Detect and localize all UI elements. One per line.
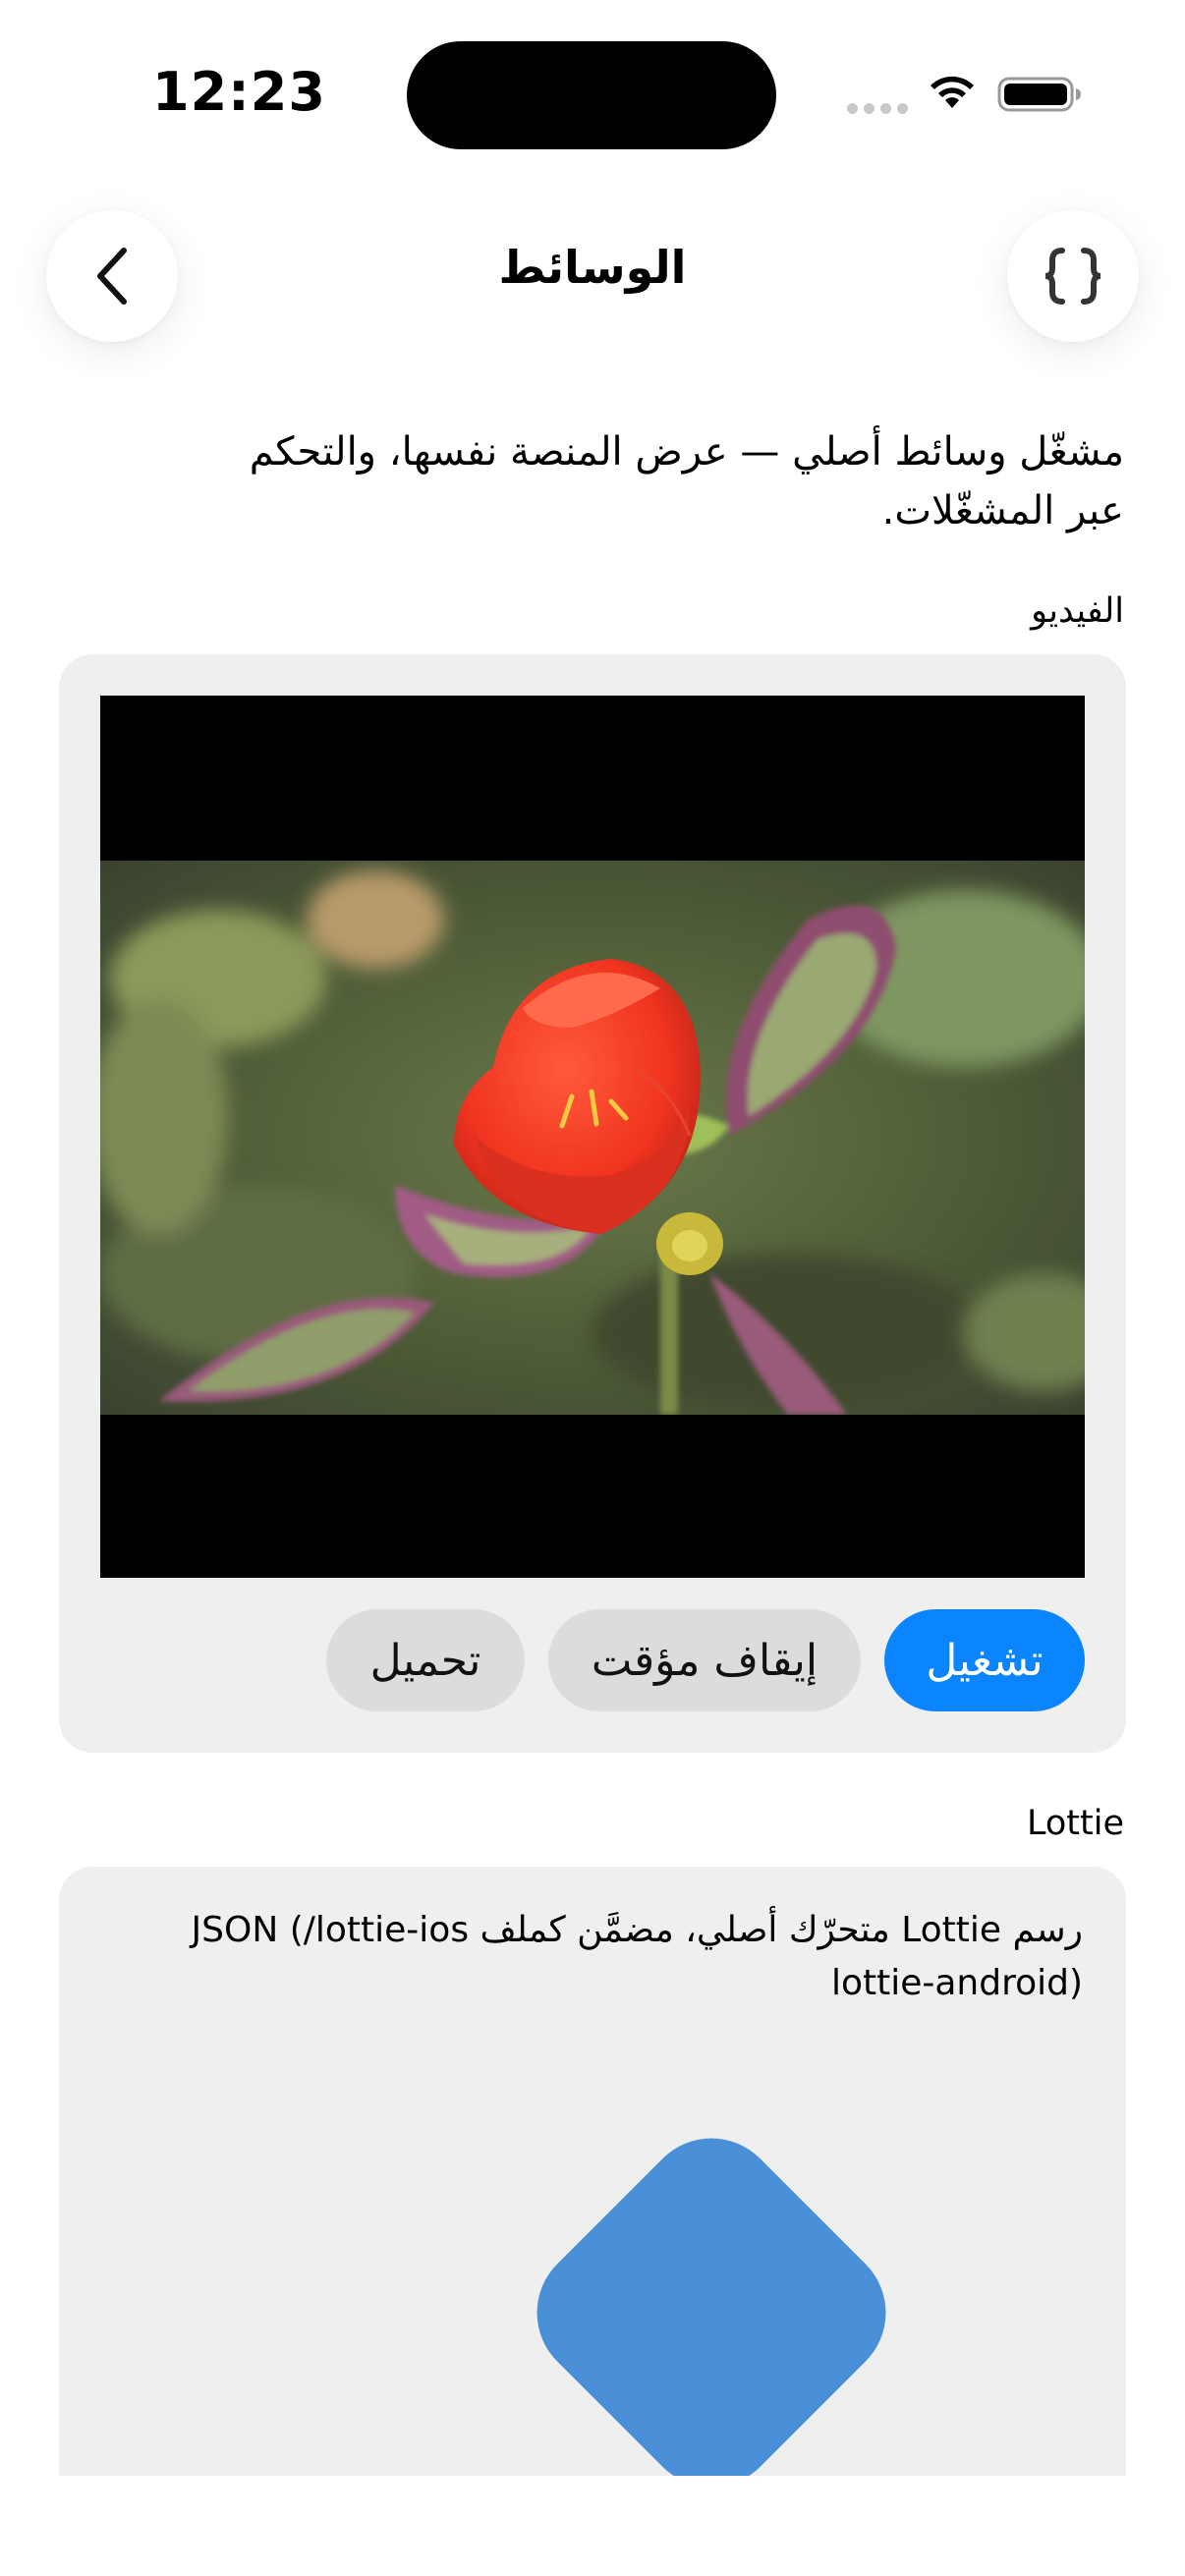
video-player[interactable] bbox=[100, 696, 1085, 1578]
dynamic-island bbox=[407, 41, 776, 149]
chevron-left-icon bbox=[97, 248, 127, 305]
lottie-caption: رسم Lottie متحرّك أصلي، مضمَّن كملف JSON… bbox=[191, 1910, 1083, 2003]
flower-video-frame bbox=[100, 861, 1085, 1415]
play-button[interactable]: تشغيل bbox=[884, 1609, 1085, 1711]
status-bar: 12:23 bbox=[0, 0, 1185, 187]
bottom-safe-area bbox=[0, 2476, 1185, 2576]
code-view-button[interactable] bbox=[1007, 210, 1139, 342]
video-controls: تشغيل إيقاف مؤقت تحميل bbox=[326, 1609, 1085, 1711]
braces-icon bbox=[1044, 248, 1101, 305]
pause-button[interactable]: إيقاف مؤقت bbox=[548, 1609, 861, 1711]
back-button[interactable] bbox=[46, 210, 178, 342]
video-section-label: الفيديو bbox=[1031, 591, 1124, 631]
lottie-card: رسم Lottie متحرّك أصلي، مضمَّن كملف JSON… bbox=[59, 1867, 1126, 2476]
video-card: تشغيل إيقاف مؤقت تحميل bbox=[59, 654, 1126, 1753]
page-description: مشغّل وسائط أصلي — عرض المنصة نفسها، وال… bbox=[249, 429, 1124, 533]
cellular-signal-icon bbox=[847, 103, 908, 117]
battery-icon bbox=[997, 77, 1081, 112]
lottie-section-label: Lottie bbox=[1026, 1804, 1124, 1843]
page-title: الوسائط bbox=[498, 241, 687, 294]
load-button[interactable]: تحميل bbox=[326, 1609, 525, 1711]
lottie-animation-shape bbox=[508, 2109, 915, 2476]
wifi-icon bbox=[931, 76, 974, 108]
status-time: 12:23 bbox=[152, 61, 326, 123]
